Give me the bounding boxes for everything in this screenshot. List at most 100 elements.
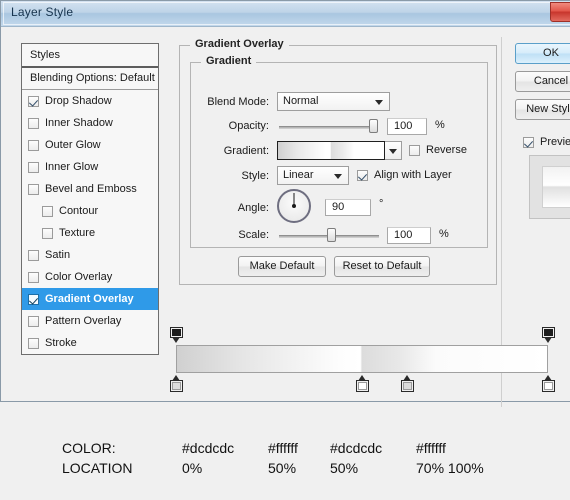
sidebar-item-contour[interactable]: Contour xyxy=(22,200,158,222)
sidebar-item-inner-shadow[interactable]: Inner Shadow xyxy=(22,112,158,134)
sidebar-item-gradient-overlay[interactable]: Gradient Overlay xyxy=(22,288,158,310)
ok-button[interactable]: OK xyxy=(515,43,570,64)
sidebar-item-label: Pattern Overlay xyxy=(45,315,122,327)
sidebar-item-label: Bevel and Emboss xyxy=(45,183,137,195)
style-select[interactable]: Linear xyxy=(277,166,349,185)
styles-panel-header: Styles xyxy=(22,44,158,68)
sidebar-item-label: Texture xyxy=(59,227,96,239)
annotation-location-2: 50% xyxy=(330,460,359,476)
close-icon[interactable] xyxy=(550,2,570,22)
preview-thumbnail xyxy=(542,166,570,208)
chevron-down-icon xyxy=(334,174,342,179)
opacity-unit: % xyxy=(435,119,445,131)
effect-checkbox[interactable] xyxy=(28,183,39,195)
angle-hub xyxy=(292,204,296,208)
sidebar-item-drop-shadow[interactable]: Drop Shadow xyxy=(22,90,158,112)
reset-to-default-button[interactable]: Reset to Default xyxy=(334,256,430,277)
sidebar-item-pattern-overlay[interactable]: Pattern Overlay xyxy=(22,310,158,332)
blend-mode-select[interactable]: Normal xyxy=(277,92,390,111)
annotation-color-3: #ffffff xyxy=(416,440,446,456)
right-column-divider xyxy=(501,37,502,407)
gradient-sub-group-title: Gradient xyxy=(201,55,257,67)
sidebar-item-label: Inner Glow xyxy=(45,161,99,173)
gradient-preview-control[interactable] xyxy=(277,141,402,160)
preview-checkbox[interactable] xyxy=(523,136,534,148)
screenshot-root: Layer Style Styles Blending Options: Def… xyxy=(0,0,570,500)
reverse-label: Reverse xyxy=(426,144,467,156)
align-with-layer-row[interactable]: Align with Layer xyxy=(357,169,452,181)
angle-value: 90 xyxy=(332,201,345,213)
title-bar-bevel xyxy=(3,2,570,25)
make-default-button[interactable]: Make Default xyxy=(238,256,326,277)
gradient-sub-group: Gradient Blend Mode: Normal Opacity: 100… xyxy=(190,55,488,248)
effect-checkbox[interactable] xyxy=(28,337,39,349)
sidebar-item-blending-options[interactable]: Blending Options: Default xyxy=(22,68,158,90)
annotation-location-label: LOCATION xyxy=(62,460,133,476)
gradient-swatch[interactable] xyxy=(277,141,385,160)
new-style-button[interactable]: New Style xyxy=(515,99,570,120)
cancel-button[interactable]: Cancel xyxy=(515,71,570,92)
sidebar-item-label: Satin xyxy=(45,249,71,261)
opacity-input[interactable]: 100 xyxy=(387,118,427,135)
effect-checkbox[interactable] xyxy=(28,249,39,261)
scale-slider-knob[interactable] xyxy=(327,228,336,242)
scale-unit: % xyxy=(439,228,449,240)
effect-checkbox[interactable] xyxy=(42,205,53,217)
reverse-checkbox-row[interactable]: Reverse xyxy=(409,144,467,156)
sidebar-item-outer-glow[interactable]: Outer Glow xyxy=(22,134,158,156)
sidebar-item-label: Inner Shadow xyxy=(45,117,113,129)
gradient-label: Gradient: xyxy=(223,145,269,157)
align-with-layer-checkbox[interactable] xyxy=(357,169,368,181)
sidebar-item-inner-glow[interactable]: Inner Glow xyxy=(22,156,158,178)
sidebar-item-label: Contour xyxy=(59,205,99,217)
scale-value: 100 xyxy=(394,229,413,241)
chevron-down-icon xyxy=(389,149,397,154)
annotation-color-0: #dcdcdc xyxy=(182,440,235,456)
layer-style-dialog: Layer Style Styles Blending Options: Def… xyxy=(0,0,570,407)
sidebar-item-stroke[interactable]: Stroke xyxy=(22,332,158,354)
gradient-overlay-group-title: Gradient Overlay xyxy=(190,38,289,50)
dialog-body: Styles Blending Options: Default Drop Sh… xyxy=(1,27,570,407)
annotation-color-2: #dcdcdc xyxy=(330,440,383,456)
sidebar-item-satin[interactable]: Satin xyxy=(22,244,158,266)
blend-mode-value: Normal xyxy=(283,95,319,107)
effect-checkbox[interactable] xyxy=(42,227,53,239)
angle-dial[interactable] xyxy=(277,189,311,223)
sidebar-item-color-overlay[interactable]: Color Overlay xyxy=(22,266,158,288)
effect-checkbox[interactable] xyxy=(28,95,39,107)
gradient-picker-button[interactable] xyxy=(385,141,402,160)
window-title: Layer Style xyxy=(11,5,74,19)
style-value: Linear xyxy=(283,169,314,181)
sidebar-item-label: Gradient Overlay xyxy=(45,293,134,305)
chevron-down-icon xyxy=(375,100,383,105)
effect-checkbox[interactable] xyxy=(28,117,39,129)
preview-checkbox-row[interactable]: Preview xyxy=(523,136,570,148)
title-bar[interactable]: Layer Style xyxy=(1,1,570,27)
annotation-color-1: #ffffff xyxy=(268,440,298,456)
annotation-location-1: 50% xyxy=(268,460,297,476)
gradient-overlay-group: Gradient Overlay Gradient Blend Mode: No… xyxy=(179,38,497,285)
styles-panel: Styles Blending Options: Default Drop Sh… xyxy=(21,43,159,355)
angle-input[interactable]: 90 xyxy=(325,199,371,216)
reverse-checkbox[interactable] xyxy=(409,144,420,156)
opacity-slider-track[interactable] xyxy=(279,126,375,129)
sidebar-item-label: Outer Glow xyxy=(45,139,101,151)
annotation-location-3: 70% 100% xyxy=(416,460,484,476)
sidebar-item-label: Drop Shadow xyxy=(45,95,112,107)
scale-label: Scale: xyxy=(238,229,269,241)
preview-label: Preview xyxy=(540,136,570,148)
blend-mode-label: Blend Mode: xyxy=(207,96,269,108)
opacity-label: Opacity: xyxy=(228,120,269,132)
sidebar-item-texture[interactable]: Texture xyxy=(22,222,158,244)
effect-checkbox[interactable] xyxy=(28,293,39,305)
effect-checkbox[interactable] xyxy=(28,161,39,173)
effect-checkbox[interactable] xyxy=(28,271,39,283)
scale-input[interactable]: 100 xyxy=(387,227,431,244)
sidebar-item-bevel-and-emboss[interactable]: Bevel and Emboss xyxy=(22,178,158,200)
sidebar-item-label: Stroke xyxy=(45,337,77,349)
effect-checkbox[interactable] xyxy=(28,315,39,327)
effect-checkbox[interactable] xyxy=(28,139,39,151)
angle-unit: ° xyxy=(379,198,384,210)
annotation-location-0: 0% xyxy=(182,460,203,476)
opacity-slider-knob[interactable] xyxy=(369,119,378,133)
